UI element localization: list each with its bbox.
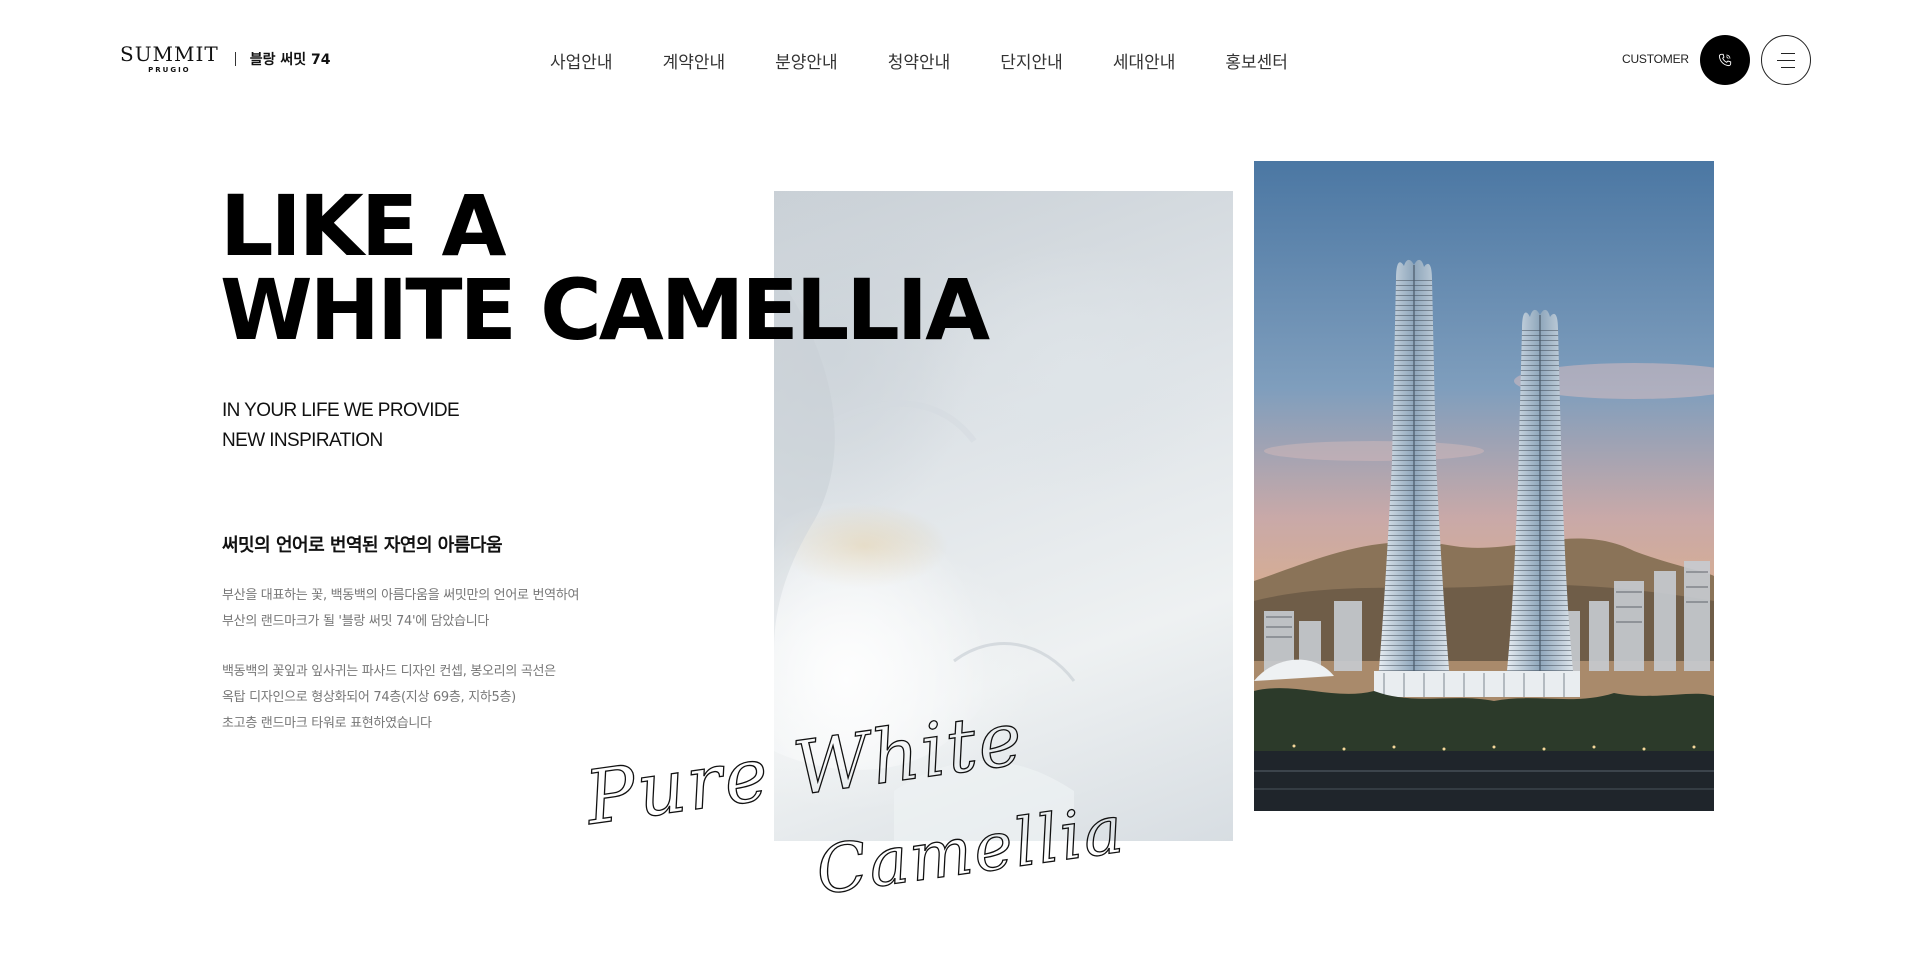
description-line: 옥탑 디자인으로 형상화되어 74층(지상 69층, 지하5층) (222, 690, 516, 705)
menu-button[interactable] (1761, 35, 1811, 85)
logo[interactable]: SUMMIT PRUGIO 블랑 써밋 74 (120, 44, 331, 74)
logo-divider (234, 52, 236, 66)
hamburger-icon-line (1781, 66, 1795, 68)
customer-label: CUSTOMER (1622, 52, 1689, 66)
hero-title-line1: LIKE A (220, 177, 507, 275)
nav-item-promotion[interactable]: 홍보센터 (1225, 48, 1288, 73)
tower-illustration (1254, 161, 1714, 811)
logo-brand: SUMMIT (120, 42, 219, 66)
description-line: 부산의 랜드마크가 될 '블랑 써밋 74'에 담았습니다 (222, 614, 490, 629)
nav-item-sale[interactable]: 분양안내 (775, 48, 838, 73)
nav-item-unit[interactable]: 세대안내 (1113, 48, 1176, 73)
hero-subtitle: IN YOUR LIFE WE PROVIDE NEW INSPIRATION (222, 396, 460, 456)
nav-item-subscription[interactable]: 청약안내 (888, 48, 951, 73)
call-button[interactable] (1700, 35, 1750, 85)
nav-item-contract[interactable]: 계약안내 (663, 48, 726, 73)
section-heading: 써밋의 언어로 번역된 자연의 아름다움 (222, 535, 503, 556)
summit-prugio-logo: SUMMIT PRUGIO (120, 44, 219, 74)
description-paragraph-1: 부산을 대표하는 꽃, 백동백의 아름다움을 써밋만의 언어로 번역하여 부산의… (222, 583, 579, 635)
site-header: SUMMIT PRUGIO 블랑 써밋 74 사업안내 계약안내 분양안내 청약… (0, 0, 1920, 120)
hero-subtitle-line2: NEW INSPIRATION (222, 430, 383, 451)
description-line: 부산을 대표하는 꽃, 백동백의 아름다움을 써밋만의 언어로 번역하여 (222, 588, 580, 603)
nav-item-complex[interactable]: 단지안내 (1000, 48, 1063, 73)
description-paragraph-2: 백동백의 꽃잎과 잎사귀는 파사드 디자인 컨셉, 봉오리의 곡선은 옥탑 디자… (222, 659, 556, 737)
tower-rendering-image (1254, 161, 1714, 811)
main-nav: 사업안내 계약안내 분양안내 청약안내 단지안내 세대안내 홍보센터 (550, 48, 1338, 73)
phone-icon (1718, 53, 1732, 67)
script-line2: Camellia (812, 790, 1130, 909)
hamburger-icon-line (1777, 59, 1795, 61)
nav-item-business[interactable]: 사업안내 (550, 48, 613, 73)
hero-subtitle-line1: IN YOUR LIFE WE PROVIDE (222, 400, 460, 421)
description-line: 초고층 랜드마크 타워로 표현하였습니다 (222, 716, 432, 731)
logo-sub: PRUGIO (148, 66, 191, 74)
hamburger-icon (1781, 52, 1795, 54)
description-line: 백동백의 꽃잎과 잎사귀는 파사드 디자인 컨셉, 봉오리의 곡선은 (222, 664, 556, 679)
hero-title: LIKE A WHITE CAMELLIA (220, 177, 990, 359)
script-lettering: Pure White Camellia (578, 716, 1130, 910)
hero-title-line2: WHITE CAMELLIA (220, 261, 990, 359)
logo-project-name: 블랑 써밋 74 (249, 52, 331, 68)
